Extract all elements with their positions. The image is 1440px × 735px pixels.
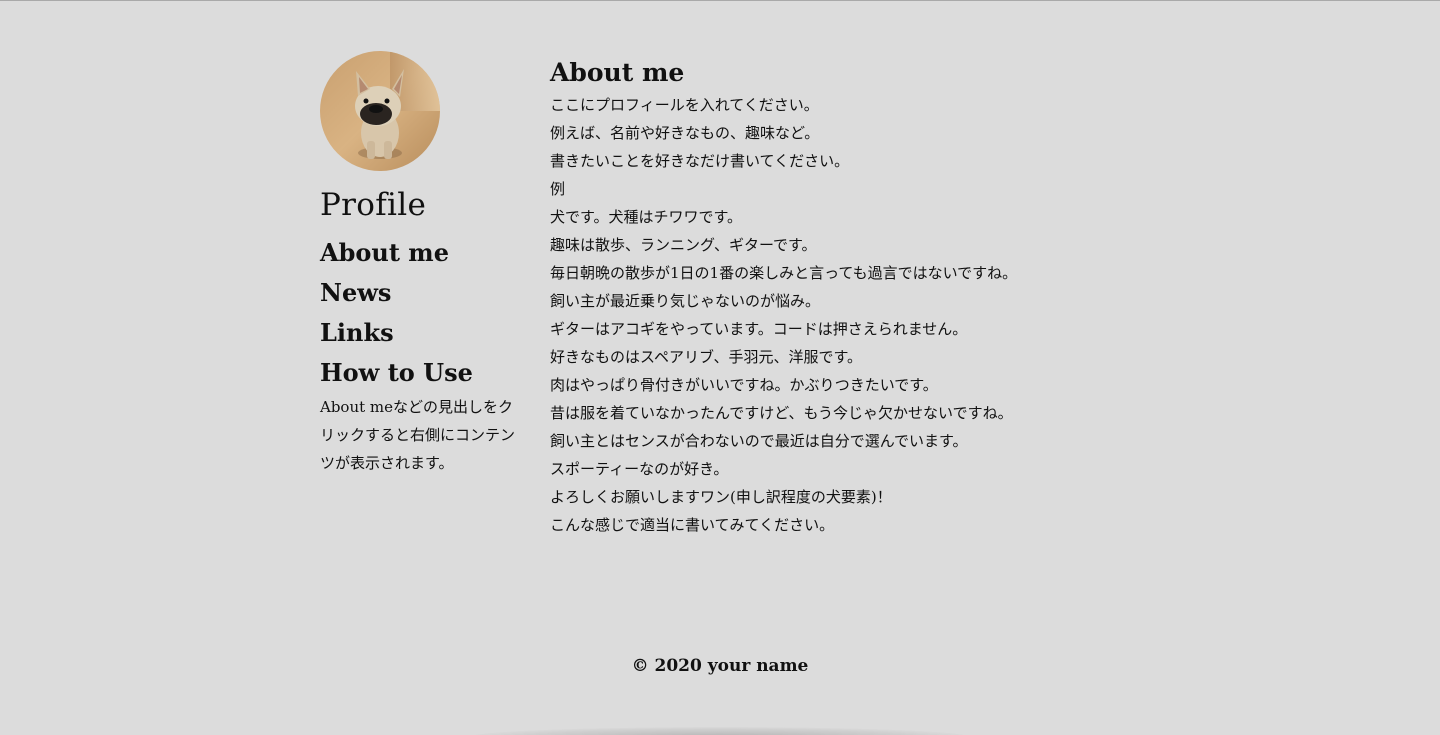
profile-line: 飼い主とはセンスが合わないので最近は自分で選んでいます。	[550, 432, 968, 450]
dog-photo-icon	[320, 51, 440, 171]
profile-line: 例	[550, 180, 566, 198]
sidebar: Profile About me News Links How to Use A…	[320, 51, 520, 492]
profile-text: ここにプロフィールを入れてください。 例えば、名前や好きなもの、趣味など。 書き…	[550, 91, 1110, 539]
profile-line: 例えば、名前や好きなもの、趣味など。	[550, 124, 820, 142]
nav-item-news[interactable]: News	[320, 273, 520, 313]
profile-line: 毎日朝晩の散歩が1日の1番の楽しみと言っても過言ではないですね。	[550, 264, 1018, 282]
profile-line: こんな感じで適当に書いてみてください。	[550, 516, 835, 534]
copyright-text: © 2020 your name	[631, 656, 809, 676]
profile-line: 趣味は散歩、ランニング、ギターです。	[550, 236, 817, 254]
profile-line: 飼い主が最近乗り気じゃないのが悩み。	[550, 292, 821, 310]
main-content: About me ここにプロフィールを入れてください。 例えば、名前や好きなもの…	[550, 57, 1110, 539]
profile-line: 書きたいことを好きなだけ書いてください。	[550, 152, 850, 170]
avatar	[320, 51, 440, 171]
profile-line: スポーティーなのが好き。	[550, 460, 729, 478]
sidebar-nav: About me News Links How to Use	[320, 233, 520, 393]
footer: © 2020 your name	[0, 653, 1440, 679]
profile-line: 好きなものはスペアリブ、手羽元、洋服です。	[550, 348, 863, 366]
profile-line: 肉はやっぱり骨付きがいいですね。かぶりつきたいです。	[550, 376, 938, 394]
nav-item-links[interactable]: Links	[320, 313, 520, 353]
bottom-shadow	[470, 727, 970, 735]
profile-line: 昔は服を着ていなかったんですけど、もう今じゃ欠かせないですね。	[550, 404, 1013, 422]
profile-line: ギターはアコギをやっています。コードは押さえられません。	[550, 320, 968, 338]
profile-line: よろしくお願いしますワン(申し訳程度の犬要素)！	[550, 488, 892, 506]
nav-item-about-me[interactable]: About me	[320, 233, 520, 273]
section-heading: About me	[550, 58, 685, 87]
page: Profile About me News Links How to Use A…	[0, 0, 1440, 735]
site-title: Profile	[320, 187, 427, 223]
profile-line: 犬です。犬種はチワワです。	[550, 208, 743, 226]
profile-line: ここにプロフィールを入れてください。	[550, 96, 819, 114]
usage-hint: About meなどの見出しをクリックすると右側にコンテンツが表示されます。	[320, 398, 516, 472]
nav-item-how-to-use[interactable]: How to Use	[320, 353, 520, 393]
